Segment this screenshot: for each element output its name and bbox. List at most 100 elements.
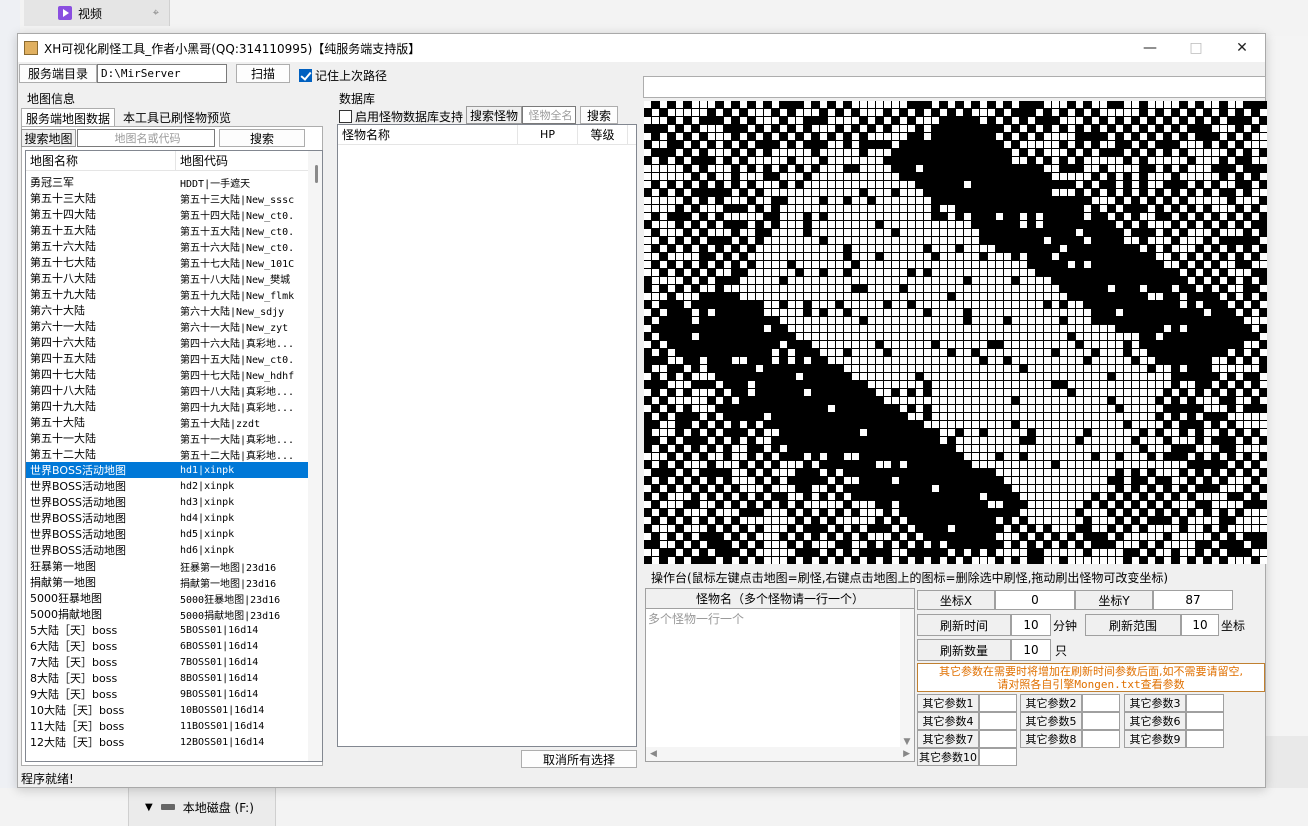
map-list-row[interactable]: 第四十八大陆 第四十八大陆|真彩地...	[26, 382, 322, 398]
monster-names-vscrollbar[interactable]: ▼	[900, 609, 914, 747]
enable-monster-db-checkbox[interactable]: 启用怪物数据库支持	[339, 108, 463, 125]
map-list-row[interactable]: 第四十九大陆 第四十九大陆|真彩地...	[26, 398, 322, 414]
extra-param-input[interactable]	[1082, 730, 1120, 748]
map-list-row[interactable]: 第五十七大陆 第五十七大陆|New_101C	[26, 254, 322, 270]
map-list-row[interactable]: 世界BOSS活动地图 hd1|xinpk	[26, 462, 322, 478]
close-button[interactable]: ✕	[1219, 34, 1265, 62]
map-code-cell: hd4|xinpk	[180, 512, 235, 524]
server-dir-label[interactable]: 服务端目录	[19, 64, 97, 83]
extra-param-input[interactable]	[979, 748, 1017, 766]
coord-x-input[interactable]: 0	[995, 590, 1075, 610]
map-list-row[interactable]: 11大陆［天］boss 11BOSS01|16d14	[26, 718, 322, 734]
map-list-row[interactable]: 第五十九大陆 第五十九大陆|New_flmk	[26, 286, 322, 302]
refresh-count-input[interactable]: 10	[1011, 639, 1051, 661]
map-list-row[interactable]: 第五十三大陆 第五十三大陆|New_sssc	[26, 190, 322, 206]
enable-db-checkbox-box[interactable]	[339, 110, 352, 123]
refresh-time-input[interactable]: 10	[1011, 614, 1051, 636]
monster-list[interactable]: 怪物名称 HP 等级	[337, 124, 637, 747]
extra-param-input[interactable]	[1082, 694, 1120, 712]
remember-checkbox-box[interactable]	[299, 69, 312, 82]
col-monster-name[interactable]: 怪物名称	[338, 125, 518, 144]
map-code-cell: 第四十九大陆|真彩地...	[180, 402, 295, 414]
map-search-input[interactable]: 地图名或代码	[77, 129, 215, 147]
map-list-row[interactable]: 7大陆［天］boss 7BOSS01|16d14	[26, 654, 322, 670]
map-name-cell: 世界BOSS活动地图	[30, 544, 126, 557]
scroll-right-icon[interactable]: ▶	[903, 749, 910, 759]
remember-path-checkbox[interactable]: 记住上次路径	[299, 67, 387, 84]
tab-spawned-preview[interactable]: 本工具已刷怪物预览	[119, 108, 235, 126]
map-name-cell: 世界BOSS活动地图	[30, 528, 126, 541]
map-canvas[interactable]	[644, 101, 1267, 564]
map-list-row[interactable]: 世界BOSS活动地图 hd4|xinpk	[26, 510, 322, 526]
map-list-row[interactable]: 5000捐献地图 5000捐献地图|23d16	[26, 606, 322, 622]
minimize-button[interactable]: —	[1127, 34, 1173, 62]
map-list-row[interactable]: 世界BOSS活动地图 hd2|xinpk	[26, 478, 322, 494]
map-list-row[interactable]: 6大陆［天］boss 6BOSS01|16d14	[26, 638, 322, 654]
map-list-row[interactable]: 勇冠三军 HDDT|一手遮天	[26, 174, 322, 190]
extra-param-label: 其它参数4	[917, 712, 979, 730]
map-list-row[interactable]: 第五十五大陆 第五十五大陆|New_ct0.	[26, 222, 322, 238]
map-list-row[interactable]: 9大陆［天］boss 9BOSS01|16d14	[26, 686, 322, 702]
extra-param-input[interactable]	[979, 694, 1017, 712]
map-list-row[interactable]: 第五十四大陆 第五十四大陆|New_ct0.	[26, 206, 322, 222]
map-list-row[interactable]: 8大陆［天］boss 8BOSS01|16d14	[26, 670, 322, 686]
map-list-scrollbar[interactable]	[308, 151, 322, 761]
map-list-row[interactable]: 第六十大陆 第六十大陆|New_sdjy	[26, 302, 322, 318]
map-list-row[interactable]: 第四十五大陆 第四十五大陆|New_ct0.	[26, 350, 322, 366]
coord-y-input[interactable]: 87	[1153, 590, 1233, 610]
map-name-cell: 12大陆［天］boss	[30, 736, 125, 749]
map-list-row[interactable]: 捐献第一地图 捐献第一地图|23d16	[26, 574, 322, 590]
map-list-row[interactable]: 狂暴第一地图 狂暴第一地图|23d16	[26, 558, 322, 574]
cancel-all-selection-button[interactable]: 取消所有选择	[521, 750, 637, 768]
monster-search-button[interactable]: 搜索	[580, 106, 618, 124]
extra-param-input[interactable]	[1186, 730, 1224, 748]
server-path-input[interactable]: D:\MirServer	[97, 64, 227, 83]
coord-x-label: 坐标X	[917, 590, 995, 610]
extra-param-label: 其它参数8	[1020, 730, 1082, 748]
map-list-row[interactable]: 第五十六大陆 第五十六大陆|New_ct0.	[26, 238, 322, 254]
database-title: 数据库	[339, 92, 376, 106]
extra-param-input[interactable]	[1186, 694, 1224, 712]
map-list-row[interactable]: 12大陆［天］boss 12BOSS01|16d14	[26, 734, 322, 750]
map-list-row[interactable]: 第四十七大陆 第四十七大陆|New_hdhf	[26, 366, 322, 382]
refresh-range-input[interactable]: 10	[1181, 614, 1219, 636]
map-list-row[interactable]: 10大陆［天］boss 10BOSS01|16d14	[26, 702, 322, 718]
video-folder-icon	[58, 6, 72, 20]
extra-param-input[interactable]	[1082, 712, 1120, 730]
title-bar[interactable]: XH可视化刷怪工具_作者小黑哥(QQ:314110995)【纯服务端支持版】 —…	[18, 34, 1265, 62]
explorer-video-item[interactable]: 视频 ⌖	[24, 0, 170, 26]
maximize-button[interactable]: □	[1173, 34, 1219, 62]
scroll-left-icon[interactable]: ◀	[650, 749, 657, 759]
map-list-scroll-thumb[interactable]	[315, 165, 318, 183]
col-level[interactable]: 等级	[578, 125, 628, 144]
explorer-drive-item[interactable]: ▼ 本地磁盘 (F:)	[128, 788, 276, 826]
monster-names-hscrollbar[interactable]: ◀ ▶	[646, 747, 914, 761]
map-list-row[interactable]: 第五十二大陆 第五十二大陆|真彩地...	[26, 446, 322, 462]
map-search-button[interactable]: 搜索	[219, 129, 305, 147]
extra-param-input[interactable]	[1186, 712, 1224, 730]
extra-param-input[interactable]	[979, 730, 1017, 748]
monster-names-textarea[interactable]: 多个怪物一行一个	[646, 609, 914, 628]
map-grid-image[interactable]	[644, 101, 1267, 564]
map-list-row[interactable]: 第五十一大陆 第五十一大陆|真彩地...	[26, 430, 322, 446]
map-name-cell: 第五十五大陆	[30, 224, 96, 237]
map-list-row[interactable]: 第六十一大陆 第六十一大陆|New_zyt	[26, 318, 322, 334]
map-list-row[interactable]: 5000狂暴地图 5000狂暴地图|23d16	[26, 590, 322, 606]
scan-button[interactable]: 扫描	[236, 64, 290, 83]
map-list-row[interactable]: 第四十六大陆 第四十六大陆|真彩地...	[26, 334, 322, 350]
col-map-code[interactable]: 地图代码	[176, 151, 310, 170]
map-list-rows: 勇冠三军 HDDT|一手遮天 第五十三大陆 第五十三大陆|New_sssc 第五十四大陆…	[26, 171, 322, 750]
map-list-row[interactable]: 世界BOSS活动地图 hd3|xinpk	[26, 494, 322, 510]
map-list-row[interactable]: 世界BOSS活动地图 hd5|xinpk	[26, 526, 322, 542]
col-map-name[interactable]: 地图名称	[26, 151, 176, 170]
map-list[interactable]: 地图名称 地图代码 勇冠三军 HDDT|一手遮天 第五十三大陆 第五十三大陆|New_…	[25, 150, 323, 762]
tab-server-map-data[interactable]: 服务端地图数据	[21, 108, 116, 126]
monster-name-search-input[interactable]: 怪物全名	[522, 106, 576, 124]
scroll-down-icon[interactable]: ▼	[904, 737, 911, 747]
extra-param-input[interactable]	[979, 712, 1017, 730]
map-list-row[interactable]: 第五十八大陆 第五十八大陆|New_樊城	[26, 270, 322, 286]
map-list-row[interactable]: 第五十大陆 第五十大陆|zzdt	[26, 414, 322, 430]
map-list-row[interactable]: 5大陆［天］boss 5BOSS01|16d14	[26, 622, 322, 638]
map-list-row[interactable]: 世界BOSS活动地图 hd6|xinpk	[26, 542, 322, 558]
col-hp[interactable]: HP	[518, 125, 578, 144]
